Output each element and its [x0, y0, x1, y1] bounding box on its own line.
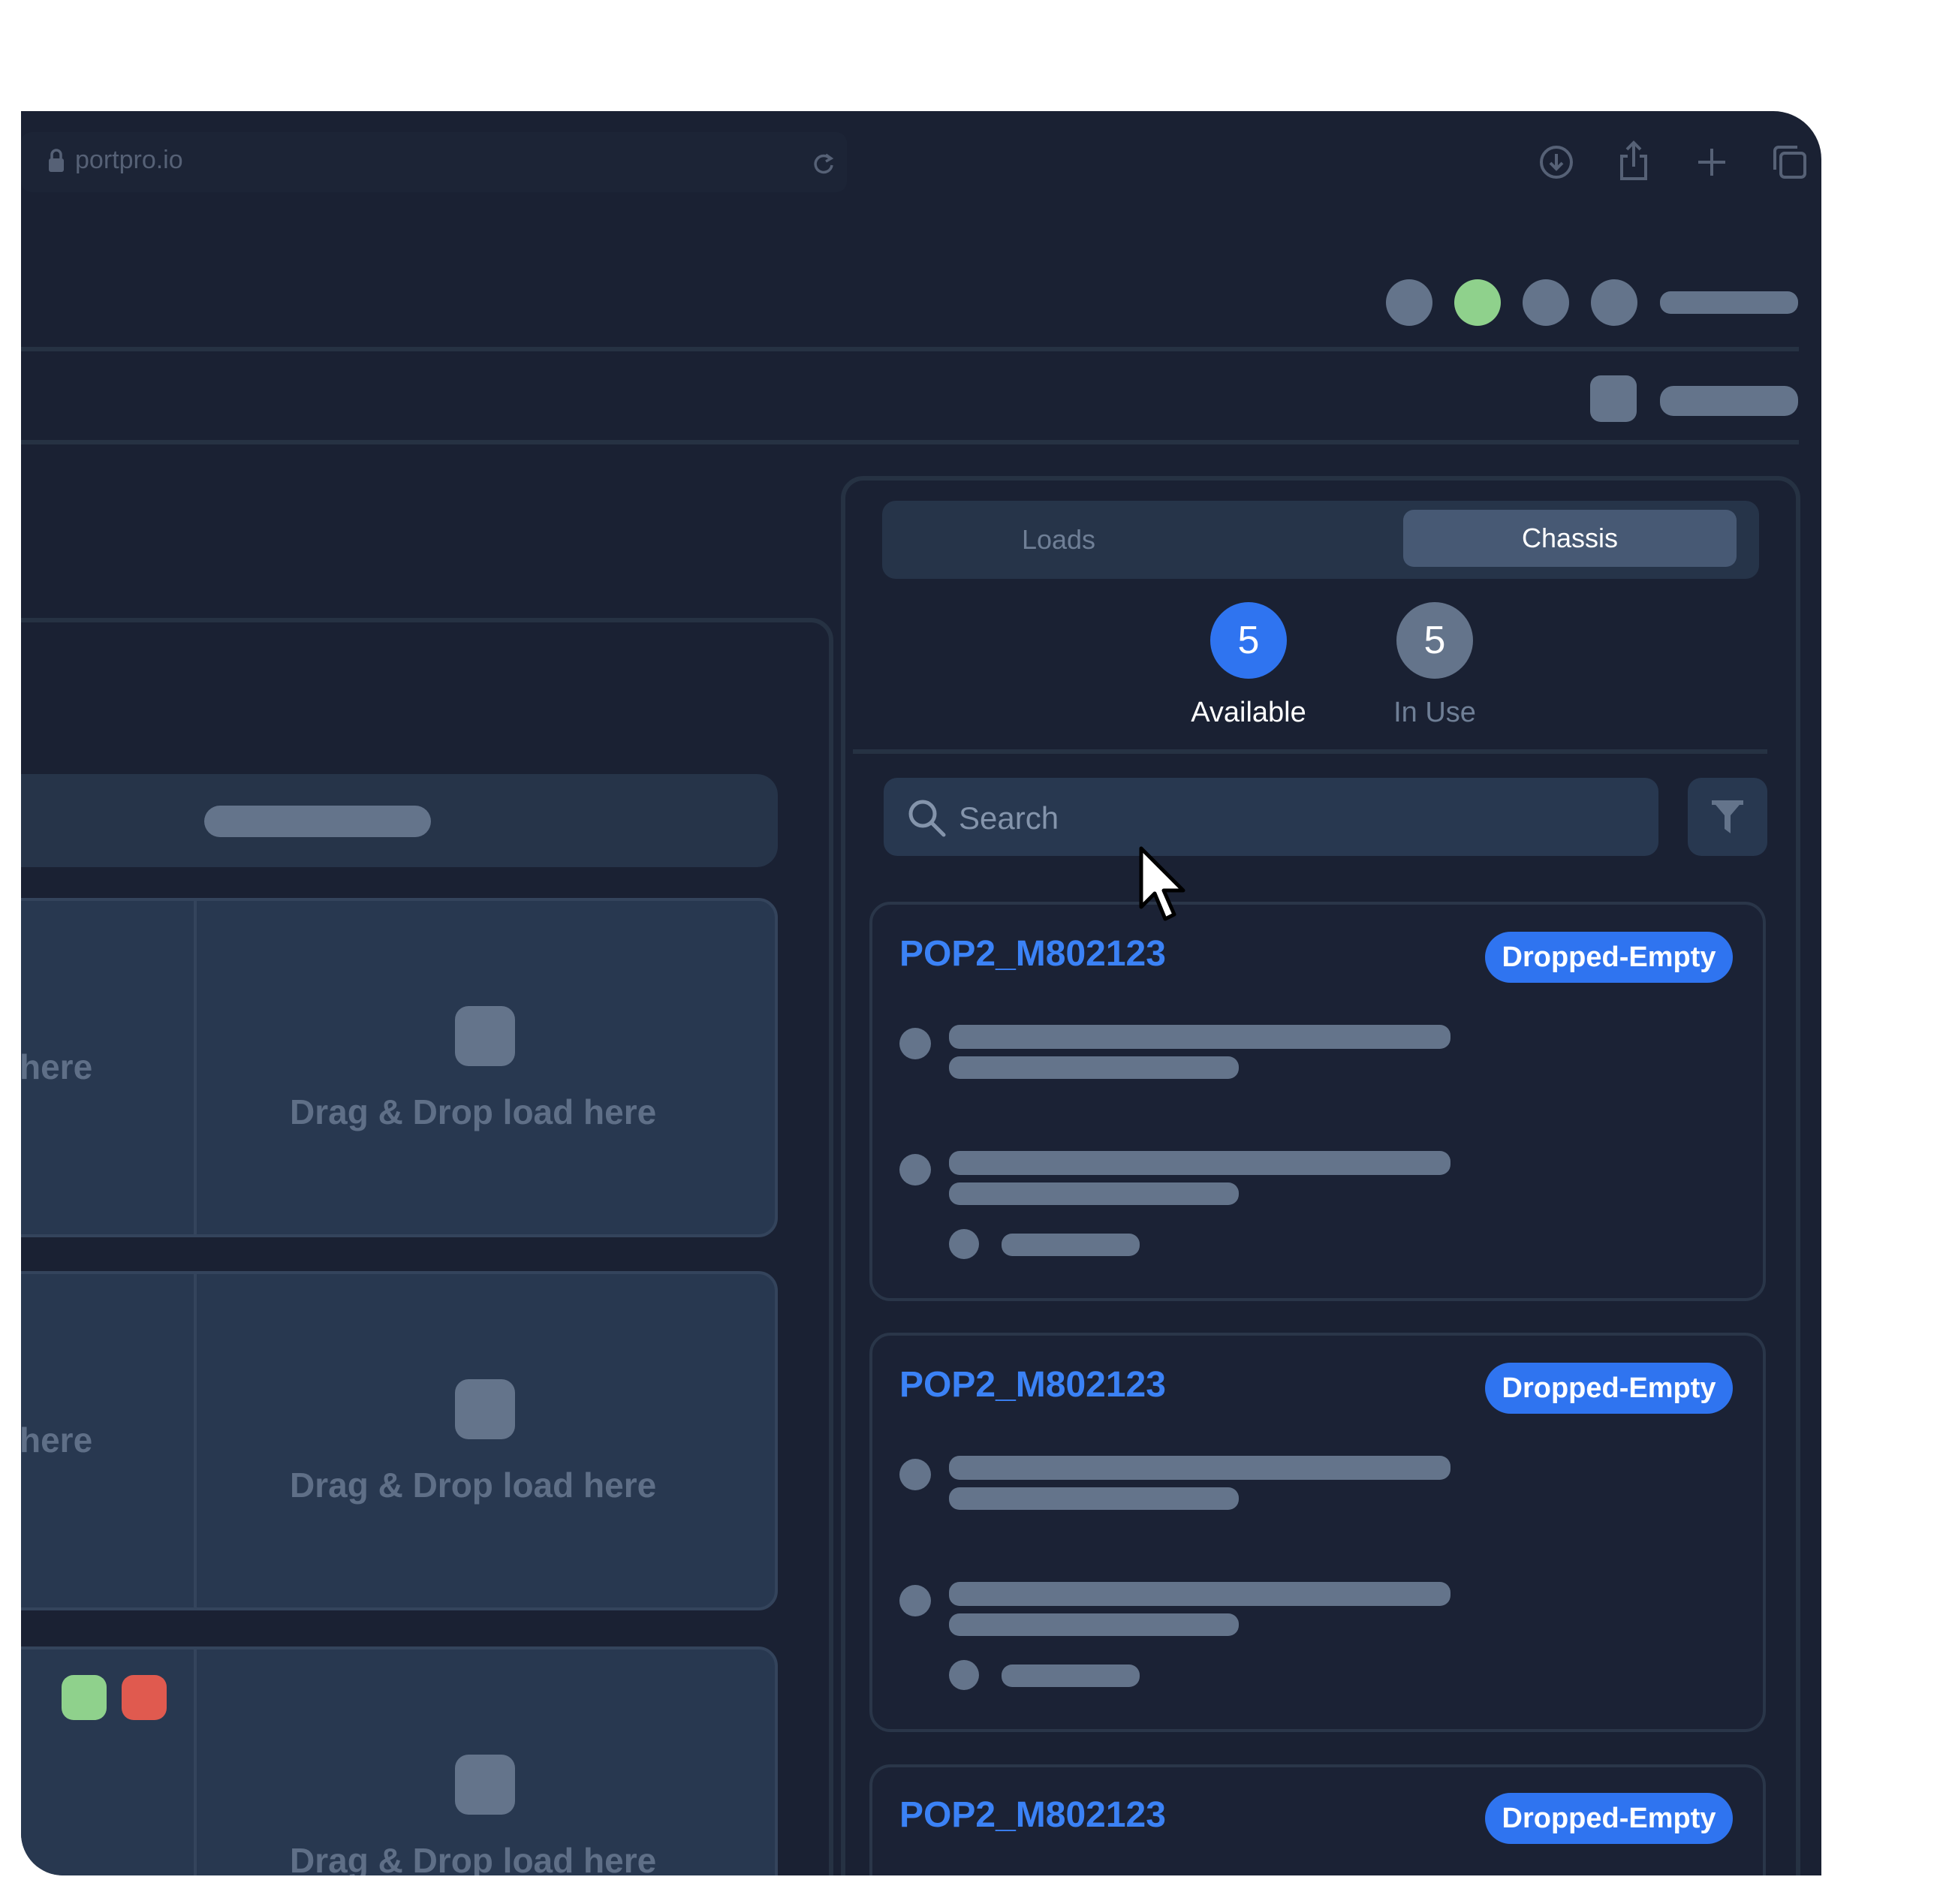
search-icon [908, 800, 946, 837]
text-placeholder [949, 1151, 1450, 1175]
status-dot[interactable] [1386, 279, 1432, 326]
chassis-id[interactable]: POP2_M802123 [899, 1794, 1166, 1836]
count-value: 5 [1423, 619, 1446, 662]
load-icon [455, 1755, 515, 1815]
chassis-id[interactable]: POP2_M802123 [899, 1364, 1166, 1405]
chassis-card[interactable]: POP2_M802123 Dropped-Empty [869, 1764, 1766, 1875]
tab-label: Loads [1021, 524, 1096, 555]
status-label: Dropped-Empty [1502, 941, 1716, 973]
text-placeholder [949, 1456, 1450, 1480]
timeline-dot [899, 1154, 931, 1185]
count-value: 5 [1237, 619, 1260, 662]
status-badge: Dropped-Empty [1485, 1793, 1733, 1844]
tab-switcher: Loads Chassis [882, 501, 1759, 579]
status-dot[interactable] [1454, 279, 1501, 326]
lock-icon [49, 149, 64, 172]
chassis-id[interactable]: POP2_M802123 [899, 933, 1166, 975]
dropzone-text: Drag & Drop load here [290, 1466, 657, 1505]
counter-label: In Use [1393, 697, 1476, 728]
text-placeholder [949, 1025, 1450, 1049]
timeline-dot [899, 1459, 931, 1490]
timeline-dot [949, 1229, 979, 1259]
download-icon[interactable] [1534, 140, 1579, 185]
search-placeholder: Search [959, 800, 1059, 836]
dropzone-text: here [21, 1047, 93, 1086]
dropzone[interactable]: Drag & Drop load here [194, 898, 778, 1237]
indicator-green [62, 1675, 107, 1720]
dropzone-text: Drag & Drop load here [290, 1841, 657, 1875]
status-label: Dropped-Empty [1502, 1372, 1716, 1404]
text-placeholder [1002, 1664, 1140, 1687]
filter-button[interactable] [1688, 778, 1767, 856]
dropzone-partial[interactable]: here [21, 898, 209, 1237]
divider [853, 749, 1767, 754]
board-title-placeholder [204, 806, 431, 837]
chassis-card[interactable]: POP2_M802123 Dropped-Empty [869, 1333, 1766, 1732]
status-badge: Dropped-Empty [1485, 932, 1733, 983]
dropzone-text: Drag & Drop load here [290, 1092, 657, 1131]
plus-icon[interactable] [1689, 140, 1734, 185]
indicator-red [122, 1675, 167, 1720]
timeline-dot [899, 1028, 931, 1059]
count-badge: 5 [1396, 602, 1473, 679]
chassis-card[interactable]: POP2_M802123 Dropped-Empty [869, 902, 1766, 1301]
text-placeholder [1002, 1234, 1140, 1256]
load-icon [455, 1006, 515, 1066]
dropzone-partial[interactable]: here [21, 1271, 209, 1610]
status-dot[interactable] [1591, 279, 1637, 326]
tabs-icon[interactable] [1767, 140, 1812, 185]
text-placeholder [949, 1582, 1450, 1606]
account-placeholder [1660, 386, 1798, 416]
text-placeholder [949, 1613, 1239, 1636]
counter-available[interactable]: 5 Available [1162, 602, 1327, 737]
counter-label: Available [1191, 697, 1306, 728]
timeline-dot [949, 1660, 979, 1690]
address-bar[interactable]: portpro.io [21, 132, 847, 192]
dropzone[interactable]: Drag & Drop load here [194, 1271, 778, 1610]
text-placeholder [949, 1487, 1239, 1510]
divider [21, 347, 1799, 351]
text-placeholder [949, 1182, 1239, 1205]
status-label: Dropped-Empty [1502, 1802, 1716, 1834]
filter-icon [1712, 800, 1743, 833]
search-input[interactable]: Search [884, 778, 1658, 856]
cursor-icon [1139, 846, 1185, 921]
board-header [21, 774, 778, 867]
status-badge: Dropped-Empty [1485, 1363, 1733, 1414]
dropzone[interactable]: Drag & Drop load here [194, 1646, 778, 1875]
status-dot[interactable] [1523, 279, 1569, 326]
tab-label: Chassis [1521, 523, 1619, 553]
count-badge: 5 [1210, 602, 1287, 679]
avatar[interactable] [1590, 375, 1637, 422]
timeline-dot [899, 1585, 931, 1616]
tab-chassis[interactable]: Chassis [1403, 510, 1737, 567]
text-placeholder [949, 1056, 1239, 1079]
counter-in-use[interactable]: 5 In Use [1350, 602, 1515, 737]
share-icon[interactable] [1611, 137, 1656, 185]
user-name-placeholder [1660, 291, 1798, 314]
reload-icon[interactable] [811, 150, 836, 176]
load-icon [455, 1379, 515, 1439]
dropzone-text: here [21, 1420, 93, 1460]
tab-loads[interactable]: Loads [882, 501, 1235, 579]
browser-window: portpro.io here Drag & Drop load here he… [21, 111, 1821, 1875]
url-text: portpro.io [75, 146, 183, 174]
dropzone-partial[interactable] [21, 1646, 209, 1875]
divider [21, 440, 1799, 444]
